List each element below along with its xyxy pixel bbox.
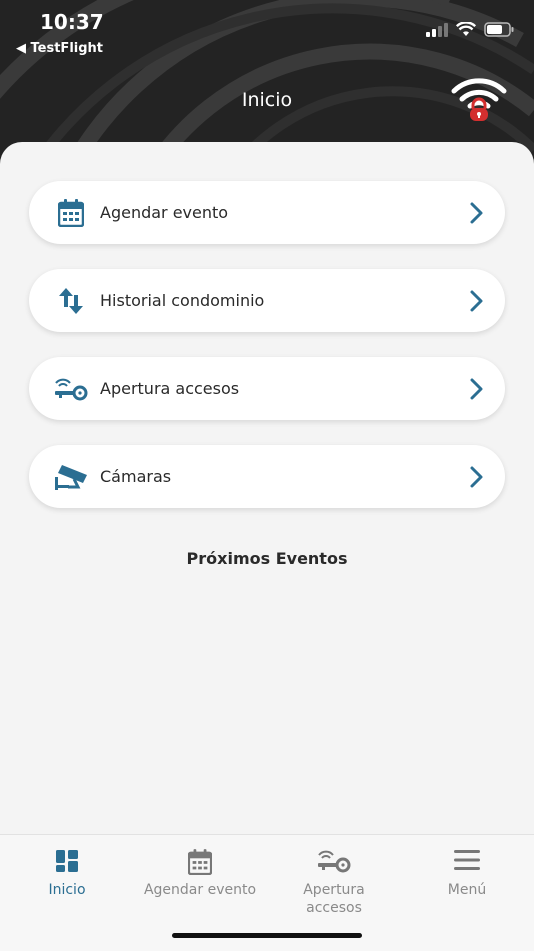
menu-card-label: Cámaras	[100, 467, 172, 486]
menu-card-label: Apertura accesos	[100, 379, 240, 398]
menu-card-label: Agendar evento	[100, 203, 229, 222]
menu-card-historial-condominio[interactable]: Historial condominio	[29, 269, 505, 332]
status-icons	[426, 22, 514, 37]
wifi-lock-logo-icon	[451, 78, 507, 121]
home-indicator	[172, 933, 362, 938]
chevron-right-icon	[470, 466, 483, 487]
menu-card-agendar-evento[interactable]: Agendar evento	[29, 181, 505, 244]
wireless-key-icon	[267, 849, 401, 873]
menu-card-apertura-accesos[interactable]: Apertura accesos	[29, 357, 505, 420]
cellular-signal-icon	[426, 22, 448, 37]
security-camera-icon	[51, 457, 91, 497]
tab-label: Apertura accesos	[303, 882, 365, 916]
menu-card-camaras[interactable]: Cámaras	[29, 445, 505, 508]
back-to-testflight-link[interactable]: ◀ TestFlight	[16, 41, 103, 56]
chevron-right-icon	[470, 290, 483, 311]
menu-card-label: Historial condominio	[100, 291, 265, 310]
wireless-key-icon	[51, 369, 91, 409]
battery-icon	[484, 22, 514, 37]
tab-label: Menú	[447, 882, 487, 898]
tab-label: Inicio	[48, 882, 86, 898]
chevron-right-icon	[470, 378, 483, 399]
calendar-icon	[51, 193, 91, 233]
status-time: 10:37	[40, 10, 104, 34]
tab-label: Agendar evento	[143, 882, 257, 898]
upcoming-events-title: Próximos Eventos	[186, 549, 348, 568]
up-down-arrows-icon	[51, 281, 91, 321]
chevron-right-icon	[470, 202, 483, 223]
wifi-icon	[456, 22, 476, 36]
hamburger-icon	[400, 849, 534, 871]
calendar-icon	[133, 849, 267, 875]
dashboard-grid-icon	[0, 849, 134, 873]
